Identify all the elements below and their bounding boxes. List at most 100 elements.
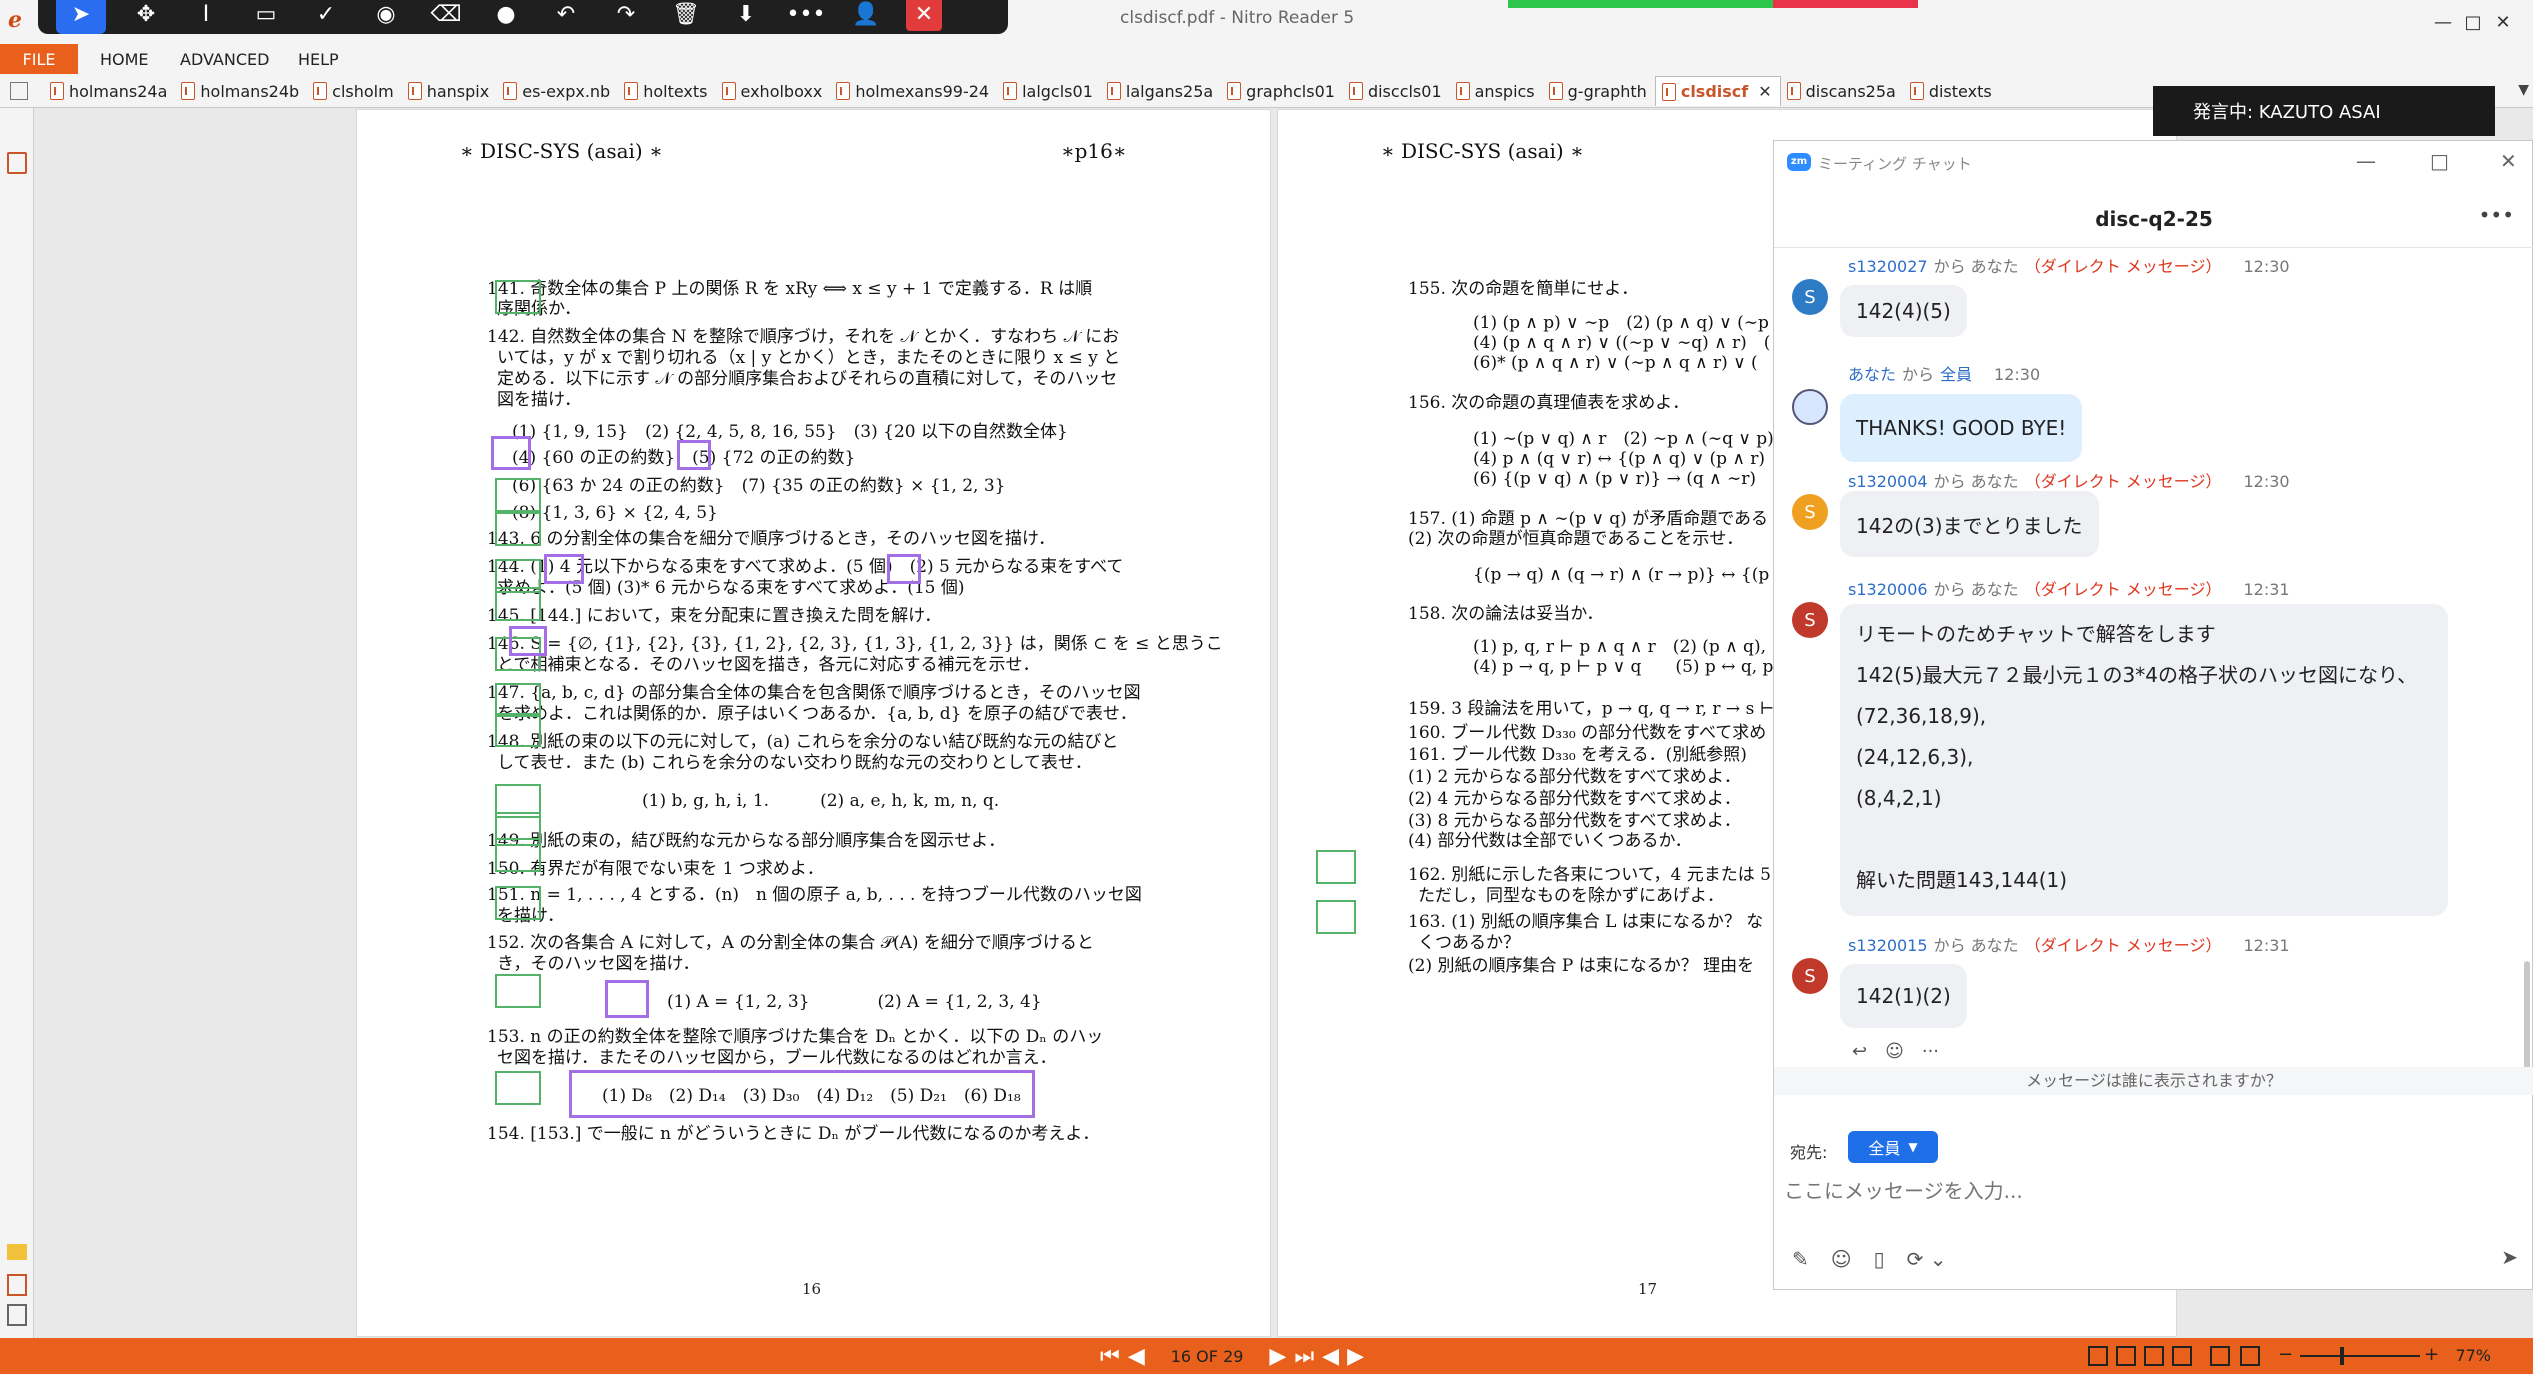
page-text-line: (8) {1, 3, 6} × {2, 4, 5} bbox=[512, 503, 718, 523]
menu-advanced[interactable]: ADVANCED bbox=[180, 44, 269, 74]
format-icon[interactable]: ✎ bbox=[1792, 1247, 1809, 1271]
page-text-line: (1) (p ∧ p) ∨ ∼p (2) (p ∧ q) ∨ (∼p bbox=[1473, 313, 1769, 333]
document-tab[interactable]: discans25a bbox=[1781, 76, 1904, 106]
document-tab[interactable]: g-graphth bbox=[1543, 76, 1655, 106]
redo-icon[interactable]: ↷ bbox=[596, 0, 656, 34]
pages-icon[interactable] bbox=[7, 1304, 27, 1326]
fit-width-icon[interactable] bbox=[2240, 1346, 2260, 1366]
message-sender[interactable]: s1320006 bbox=[1848, 580, 1928, 599]
page-text-line: (1) b, g, h, i, 1. (2) a, e, h, k, m, n,… bbox=[642, 791, 1000, 811]
avatar[interactable]: S bbox=[1792, 602, 1828, 638]
emoji-react-icon[interactable]: ☺ bbox=[1885, 1041, 1904, 1062]
avatar[interactable]: S bbox=[1792, 494, 1828, 530]
rectangle-icon[interactable]: ▭ bbox=[236, 0, 296, 34]
chat-minimize-button[interactable]: — bbox=[2356, 149, 2376, 173]
menu-help[interactable]: HELP bbox=[298, 44, 339, 74]
message-time: 12:31 bbox=[2243, 580, 2290, 599]
document-tab[interactable]: clsdiscf ✕ bbox=[1654, 76, 1781, 106]
document-tab[interactable]: disccls01 bbox=[1343, 76, 1450, 106]
meeting-chat-panel: zm ミーティング チャット — □ ✕ disc-q2-25 ••• s132… bbox=[1773, 140, 2533, 1290]
message-sender[interactable]: s1320027 bbox=[1848, 257, 1928, 276]
document-tab[interactable]: holtexts bbox=[618, 76, 715, 106]
last-page-icon[interactable]: ⏭ bbox=[1294, 1344, 1314, 1369]
document-tab[interactable]: holmans24b bbox=[175, 76, 307, 106]
document-tab[interactable]: exholboxx bbox=[716, 76, 831, 106]
check-icon[interactable]: ✓ bbox=[296, 0, 356, 34]
avatar[interactable] bbox=[1792, 389, 1828, 425]
recipient-dropdown[interactable]: 全員 ▼ bbox=[1848, 1131, 1938, 1163]
comments-icon[interactable] bbox=[7, 1244, 27, 1260]
attachments-icon[interactable] bbox=[7, 1274, 27, 1296]
zoom-level[interactable]: 77% bbox=[2455, 1346, 2491, 1365]
document-tab[interactable]: distexts bbox=[1904, 76, 2000, 106]
move-icon[interactable]: ✥ bbox=[116, 0, 176, 34]
chat-maximize-button[interactable]: □ bbox=[2430, 149, 2449, 173]
undo-icon[interactable]: ↶ bbox=[536, 0, 596, 34]
message-sender[interactable]: あなた bbox=[1848, 365, 1896, 384]
pointer-icon[interactable]: ➤ bbox=[56, 0, 106, 34]
who-can-see-link[interactable]: メッセージは誰に表示されますか？ bbox=[1774, 1067, 2533, 1095]
document-tab[interactable]: graphcls01 bbox=[1221, 76, 1343, 106]
document-tab[interactable]: holmans24a bbox=[44, 76, 175, 106]
tab-label: lalgcls01 bbox=[1022, 81, 1093, 101]
delete-icon[interactable]: 🗑 bbox=[656, 0, 716, 34]
chat-message-input[interactable] bbox=[1784, 1171, 2514, 1211]
save-icon[interactable]: ⬇ bbox=[716, 0, 776, 34]
fit-page-icon[interactable] bbox=[2210, 1346, 2230, 1366]
forward-view-icon[interactable]: ▶ bbox=[1347, 1344, 1364, 1369]
chat-close-button[interactable]: ✕ bbox=[2500, 149, 2517, 173]
chat-scrollbar[interactable] bbox=[2524, 961, 2530, 1071]
page-text-line: (2) 次の命題が恒真命題であることを示せ． bbox=[1408, 529, 1744, 549]
send-icon[interactable]: ➤ bbox=[2501, 1245, 2518, 1269]
continuous-view-icon[interactable] bbox=[2116, 1346, 2136, 1366]
document-tab[interactable]: clsholm bbox=[307, 76, 402, 106]
nitro-app-icon[interactable]: ℯ bbox=[8, 8, 34, 36]
page-indicator[interactable]: 16 OF 29 bbox=[1171, 1347, 1244, 1366]
facing-view-icon[interactable] bbox=[2144, 1346, 2164, 1366]
account-icon[interactable]: 👤 bbox=[836, 0, 896, 34]
document-tab[interactable]: lalgcls01 bbox=[997, 76, 1101, 106]
eraser-icon[interactable]: ⌫ bbox=[416, 0, 476, 34]
zoom-slider[interactable] bbox=[2300, 1347, 2420, 1365]
new-tab-icon[interactable] bbox=[10, 82, 28, 100]
message-sender[interactable]: s1320004 bbox=[1848, 472, 1928, 491]
screenshot-icon[interactable]: ⟳ ⌄ bbox=[1907, 1247, 1947, 1271]
pdf-file-icon bbox=[503, 82, 518, 100]
document-tab[interactable]: es-expx.nb bbox=[497, 76, 618, 106]
menu-file[interactable]: FILE bbox=[0, 44, 78, 74]
document-tab[interactable]: anspics bbox=[1450, 76, 1543, 106]
zoom-in-icon[interactable]: + bbox=[2424, 1344, 2439, 1365]
avatar[interactable]: S bbox=[1792, 279, 1828, 315]
next-page-icon[interactable]: ▶ bbox=[1269, 1344, 1286, 1369]
file-icon[interactable]: ▯ bbox=[1874, 1247, 1885, 1271]
emoji-icon[interactable]: ☺ bbox=[1831, 1247, 1852, 1271]
close-button[interactable]: ✕ bbox=[2473, 0, 2533, 44]
prev-page-icon[interactable]: ◀ bbox=[1128, 1344, 1145, 1369]
menu-home[interactable]: HOME bbox=[100, 44, 149, 74]
facing-continuous-view-icon[interactable] bbox=[2172, 1346, 2192, 1366]
chat-more-icon[interactable]: ••• bbox=[2479, 203, 2514, 227]
avatar[interactable]: S bbox=[1792, 958, 1828, 994]
close-tab-icon[interactable]: ✕ bbox=[1758, 82, 1771, 101]
page-text-line: 定める．以下に示す 𝒩 の部分順序集合およびそれらの直積に対して，そのハッセ bbox=[497, 369, 1118, 389]
message-sender[interactable]: s1320015 bbox=[1848, 936, 1928, 955]
annotation-close-button[interactable]: ✕ bbox=[906, 0, 942, 31]
text-cursor-icon[interactable]: I bbox=[176, 0, 236, 34]
color-icon[interactable]: ● bbox=[476, 0, 536, 34]
tabs-overflow-icon[interactable]: ▼ bbox=[2518, 82, 2529, 98]
document-tab[interactable]: hanspix bbox=[402, 76, 498, 106]
page-text-line: 151. n = 1, . . . , 4 とする．(n) n 個の原子 a, … bbox=[487, 885, 1142, 905]
back-view-icon[interactable]: ◀ bbox=[1322, 1344, 1339, 1369]
green-highlight-box bbox=[495, 974, 541, 1008]
zoom-out-icon[interactable]: − bbox=[2278, 1344, 2293, 1365]
more-actions-icon[interactable]: ··· bbox=[1922, 1041, 1939, 1062]
single-page-view-icon[interactable] bbox=[2088, 1346, 2108, 1366]
more-icon[interactable]: ••• bbox=[776, 0, 836, 34]
document-tab[interactable]: holmexans99-24 bbox=[830, 76, 997, 106]
first-page-icon[interactable]: ⏮ bbox=[1100, 1344, 1120, 1369]
spotlight-icon[interactable]: ◉ bbox=[356, 0, 416, 34]
reply-icon[interactable]: ↩ bbox=[1852, 1041, 1867, 1062]
document-tab[interactable]: lalgans25a bbox=[1101, 76, 1221, 106]
page-text-line: セ図を描け．またそのハッセ図から，ブール代数になるのはどれか言え． bbox=[497, 1048, 1057, 1068]
bookmarks-icon[interactable] bbox=[7, 152, 27, 174]
